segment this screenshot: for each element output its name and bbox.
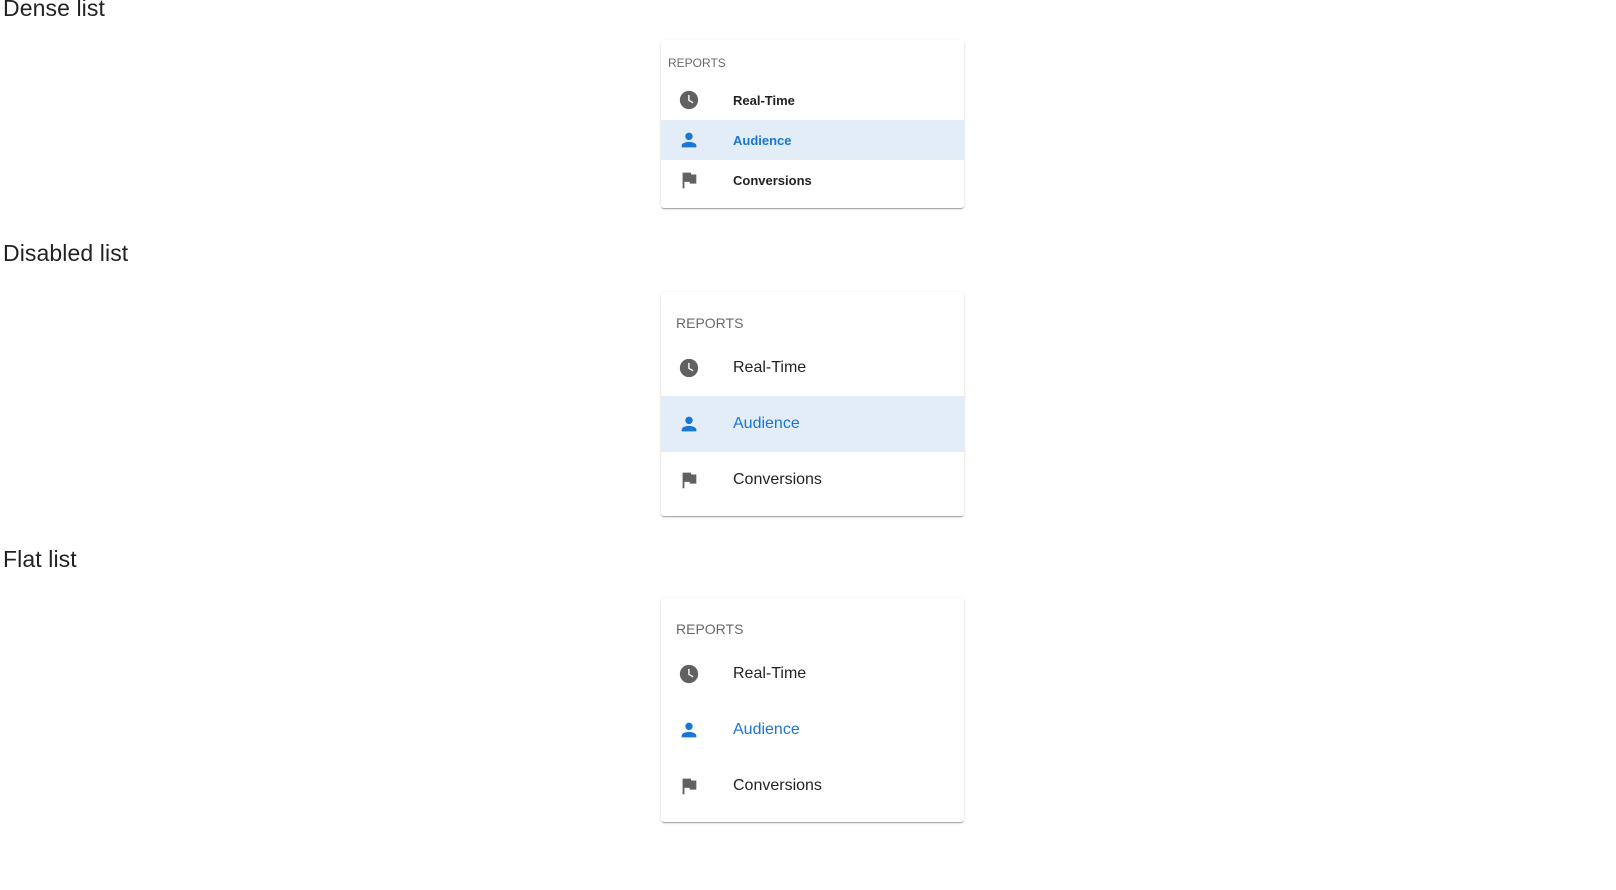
- section-title-flat: Flat list: [3, 546, 77, 572]
- list-item-real-time[interactable]: Real-Time: [661, 646, 964, 702]
- dense-list-card: REPORTS Real-Time Audience Conversions: [661, 40, 964, 208]
- list-item-label: Real-Time: [733, 665, 807, 682]
- clock-icon: [677, 662, 701, 686]
- list-item-label: Conversions: [733, 777, 822, 794]
- list-item-label: Conversions: [733, 172, 812, 188]
- list-item-label: Audience: [733, 132, 792, 148]
- list-item-audience[interactable]: Audience: [661, 702, 964, 758]
- list-item-audience[interactable]: Audience: [661, 120, 964, 160]
- clock-icon: [677, 356, 701, 380]
- list-subheader: REPORTS: [668, 56, 726, 70]
- list-item-real-time[interactable]: Real-Time: [661, 80, 964, 120]
- disabled-list-card: REPORTS Real-Time Audience Conversions: [661, 292, 964, 516]
- list-item-label: Real-Time: [733, 92, 795, 108]
- list-item-conversions[interactable]: Conversions: [661, 160, 964, 200]
- person-icon: [677, 718, 701, 742]
- list-item-real-time[interactable]: Real-Time: [661, 340, 964, 396]
- list-item-audience[interactable]: Audience: [661, 396, 964, 452]
- list-subheader: REPORTS: [676, 621, 744, 637]
- flag-icon: [677, 774, 701, 798]
- person-icon: [677, 412, 701, 436]
- list-item-label: Conversions: [733, 471, 822, 488]
- person-icon: [677, 128, 701, 152]
- list-subheader: REPORTS: [676, 315, 744, 331]
- list-item-label: Real-Time: [733, 359, 807, 376]
- list-item-label: Audience: [733, 721, 800, 738]
- section-title-dense: Dense list: [3, 0, 105, 21]
- flag-icon: [677, 168, 701, 192]
- flat-list-card: REPORTS Real-Time Audience Conversions: [661, 598, 964, 822]
- list-item-label: Audience: [733, 415, 800, 432]
- section-title-disabled: Disabled list: [3, 240, 129, 266]
- flag-icon: [677, 468, 701, 492]
- list-item-conversions[interactable]: Conversions: [661, 758, 964, 814]
- clock-icon: [677, 88, 701, 112]
- list-item-conversions[interactable]: Conversions: [661, 452, 964, 508]
